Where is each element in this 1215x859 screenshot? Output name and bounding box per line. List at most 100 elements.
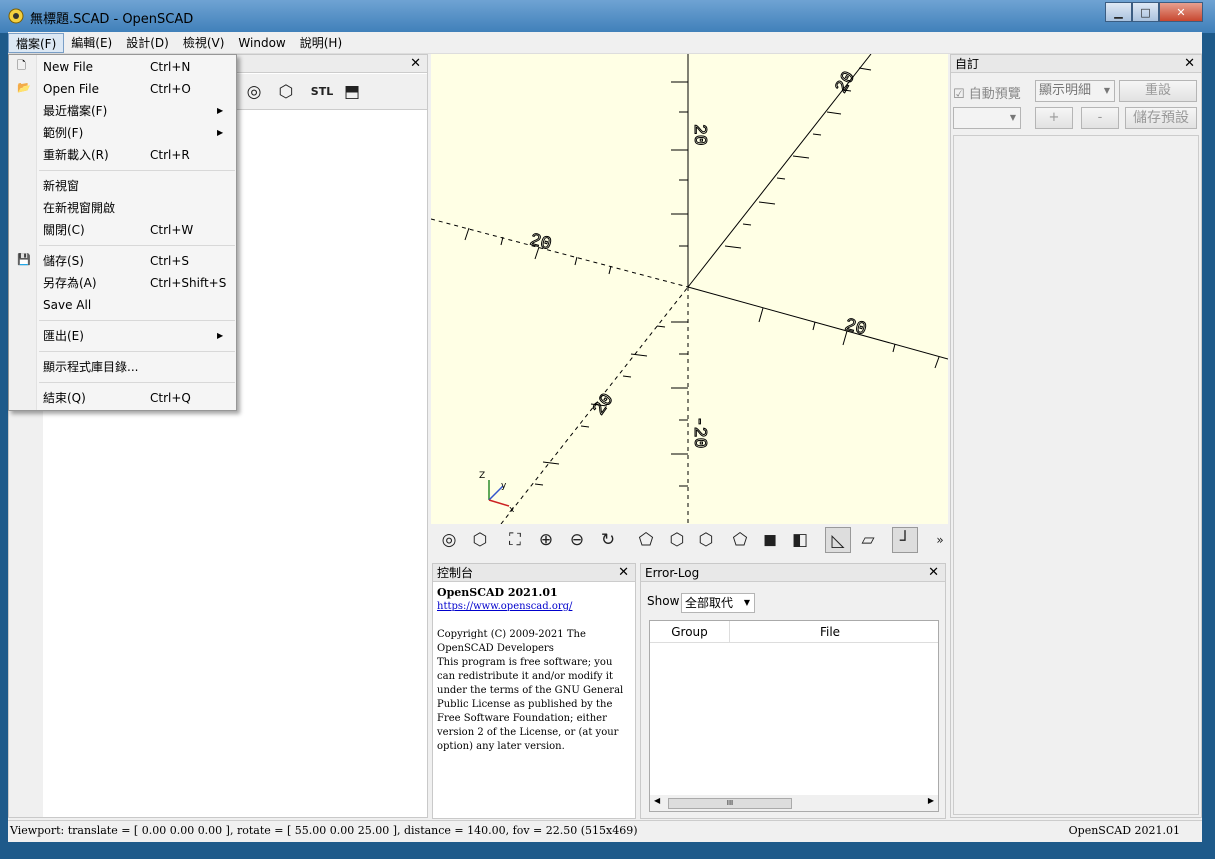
menu-item-label: 新視窗 xyxy=(43,179,80,193)
file-menu-item[interactable]: 📂 Open File Ctrl+O xyxy=(9,78,236,100)
menu-help[interactable]: 說明(H) xyxy=(293,33,349,53)
gizmo-z-label: Z xyxy=(479,471,485,481)
preview-view-icon[interactable]: ⬡ xyxy=(467,527,493,553)
z-ticks xyxy=(671,81,688,487)
file-menu-item[interactable]: 範例(F) ▶ xyxy=(9,122,236,144)
menu-separator xyxy=(39,382,235,383)
x-axis-negative xyxy=(431,218,689,288)
add-preset-button[interactable]: + xyxy=(1035,107,1073,129)
save-icon: 💾 xyxy=(17,253,31,266)
console-close-button[interactable]: ✕ xyxy=(618,564,629,582)
zoom-all-icon[interactable]: ⛶ xyxy=(502,527,528,553)
show-label: Show xyxy=(647,594,680,608)
console-title: 控制台 xyxy=(437,566,474,580)
z-label-positive: 20 xyxy=(689,124,709,146)
file-menu-item[interactable]: 最近檔案(F) ▶ xyxy=(9,100,236,122)
status-bar: Viewport: translate = [ 0.00 0.00 0.00 ]… xyxy=(8,820,1202,842)
close-window-button[interactable]: ✕ xyxy=(1159,2,1203,22)
detail-select[interactable]: 顯示明細 ▼ xyxy=(1035,80,1115,102)
axes-drawing: 20 20 20 -20 20 20 Z y x xyxy=(431,54,948,524)
file-menu-item[interactable]: 重新載入(R) Ctrl+R xyxy=(9,144,236,166)
menu-separator xyxy=(39,245,235,246)
menu-item-label: 匯出(E) xyxy=(43,329,84,343)
scroll-left-icon: ◀ xyxy=(654,796,661,805)
console-output: OpenSCAD 2021.01 https://www.openscad.or… xyxy=(437,586,633,754)
file-menu-item[interactable]: 新視窗 xyxy=(9,175,236,197)
error-log-title: Error-Log xyxy=(645,566,700,580)
show-axes-icon[interactable]: ┘ xyxy=(892,527,918,553)
menu-item-shortcut: Ctrl+Q xyxy=(150,391,191,405)
column-group[interactable]: Group xyxy=(650,621,730,642)
view-right-icon[interactable]: ⬠ xyxy=(633,527,659,553)
menu-item-shortcut: Ctrl+Shift+S xyxy=(150,276,227,290)
chevron-down-icon: ▼ xyxy=(743,598,750,607)
menu-item-label: 顯示程式庫目錄... xyxy=(43,360,139,374)
menu-view[interactable]: 檢視(V) xyxy=(176,33,232,53)
menu-item-shortcut: Ctrl+N xyxy=(150,60,191,74)
zoom-out-icon[interactable]: ⊖ xyxy=(564,527,590,553)
new-file-icon: 🗋 xyxy=(17,59,26,72)
file-menu-item[interactable]: 💾 儲存(S) Ctrl+S xyxy=(9,250,236,272)
error-log-close-button[interactable]: ✕ xyxy=(928,564,939,582)
gizmo-y-label: y xyxy=(501,481,507,491)
view-bottom-icon[interactable]: ⬡ xyxy=(693,527,719,553)
render-view-icon[interactable]: ◎ xyxy=(436,527,462,553)
export-stl-icon[interactable]: STL xyxy=(309,79,335,105)
view-front-icon[interactable]: ◼ xyxy=(757,527,783,553)
customizer-close-button[interactable]: ✕ xyxy=(1184,55,1195,73)
error-log-panel: Error-Log ✕ Show 全部取代 ▼ Group File ◀ III ▶ xyxy=(640,563,946,819)
customizer-body xyxy=(953,135,1199,815)
error-log-title-bar: Error-Log ✕ xyxy=(641,564,945,582)
submenu-arrow-icon: ▶ xyxy=(217,106,224,115)
preview-icon[interactable]: ⬡ xyxy=(273,79,299,105)
reset-button[interactable]: 重設 xyxy=(1119,80,1197,102)
send-to-print-icon[interactable]: ⬒ xyxy=(339,79,365,105)
menu-edit[interactable]: 編輯(E) xyxy=(64,33,119,53)
file-menu-item[interactable]: 關閉(C) Ctrl+W xyxy=(9,219,236,241)
x-label-negative: 20 xyxy=(527,230,553,255)
menu-window[interactable]: Window xyxy=(231,33,292,53)
window-title: 無標題.SCAD - OpenSCAD xyxy=(30,12,194,27)
render-icon[interactable]: ◎ xyxy=(241,79,267,105)
file-menu-item[interactable]: Save All xyxy=(9,294,236,316)
file-menu-item[interactable]: 結束(Q) Ctrl+Q xyxy=(9,387,236,409)
error-filter-select[interactable]: 全部取代 ▼ xyxy=(681,593,755,613)
menu-design[interactable]: 設計(D) xyxy=(119,33,176,53)
file-menu-item[interactable]: 🗋 New File Ctrl+N xyxy=(9,56,236,78)
save-preset-button[interactable]: 儲存預設 xyxy=(1125,107,1197,129)
orthogonal-icon[interactable]: ▱ xyxy=(855,527,881,553)
error-table: Group File ◀ III ▶ xyxy=(649,620,939,812)
horizontal-scrollbar[interactable]: ◀ III ▶ xyxy=(650,795,938,811)
3d-viewport[interactable]: 20 20 20 -20 20 20 Z y x xyxy=(431,54,948,524)
scroll-right-icon: ▶ xyxy=(927,796,934,805)
view-toolbar: ◎ ⬡ ⛶ ⊕ ⊖ ↻ ⬠ ⬡ ⬡ ⬠ ◼ ◧ ◺ ▱ ┘ » xyxy=(431,524,948,556)
menu-item-shortcut: Ctrl+O xyxy=(150,82,191,96)
reset-view-icon[interactable]: ↻ xyxy=(595,527,621,553)
view-top-icon[interactable]: ⬡ xyxy=(664,527,690,553)
console-copyright: Copyright (C) 2009-2021 The OpenSCAD Dev… xyxy=(437,629,586,654)
maximize-button[interactable]: □ xyxy=(1132,2,1159,22)
viewport-status: Viewport: translate = [ 0.00 0.00 0.00 ]… xyxy=(10,824,638,837)
preset-select[interactable]: ▼ xyxy=(953,107,1021,129)
file-menu-item[interactable]: 匯出(E) ▶ xyxy=(9,325,236,347)
console-link[interactable]: https://www.openscad.org/ xyxy=(437,600,633,614)
submenu-arrow-icon: ▶ xyxy=(217,128,224,137)
open-folder-icon: 📂 xyxy=(17,81,31,94)
file-menu-item[interactable]: 另存為(A) Ctrl+Shift+S xyxy=(9,272,236,294)
view-back-icon[interactable]: ◧ xyxy=(787,527,813,553)
view-left-icon[interactable]: ⬠ xyxy=(727,527,753,553)
editor-close-button[interactable]: ✕ xyxy=(410,55,421,73)
zoom-in-icon[interactable]: ⊕ xyxy=(533,527,559,553)
console-license: This program is free software; you can r… xyxy=(437,657,624,752)
menu-file[interactable]: 檔案(F) xyxy=(8,33,65,53)
auto-preview-checkbox[interactable]: ☑ 自動預覽 xyxy=(953,83,1021,102)
file-menu-item[interactable]: 顯示程式庫目錄... xyxy=(9,356,236,378)
file-menu-item[interactable]: 在新視窗開啟 xyxy=(9,197,236,219)
minimize-button[interactable]: ▁ xyxy=(1105,2,1132,22)
file-menu-dropdown: 🗋 New File Ctrl+N 📂 Open File Ctrl+O 最近檔案(F) ▶ 範… xyxy=(8,54,237,411)
menu-item-label: Save All xyxy=(43,298,92,312)
menu-item-shortcut: Ctrl+W xyxy=(150,223,194,237)
perspective-icon[interactable]: ◺ xyxy=(825,527,851,553)
column-file[interactable]: File xyxy=(730,621,930,642)
remove-preset-button[interactable]: - xyxy=(1081,107,1119,129)
